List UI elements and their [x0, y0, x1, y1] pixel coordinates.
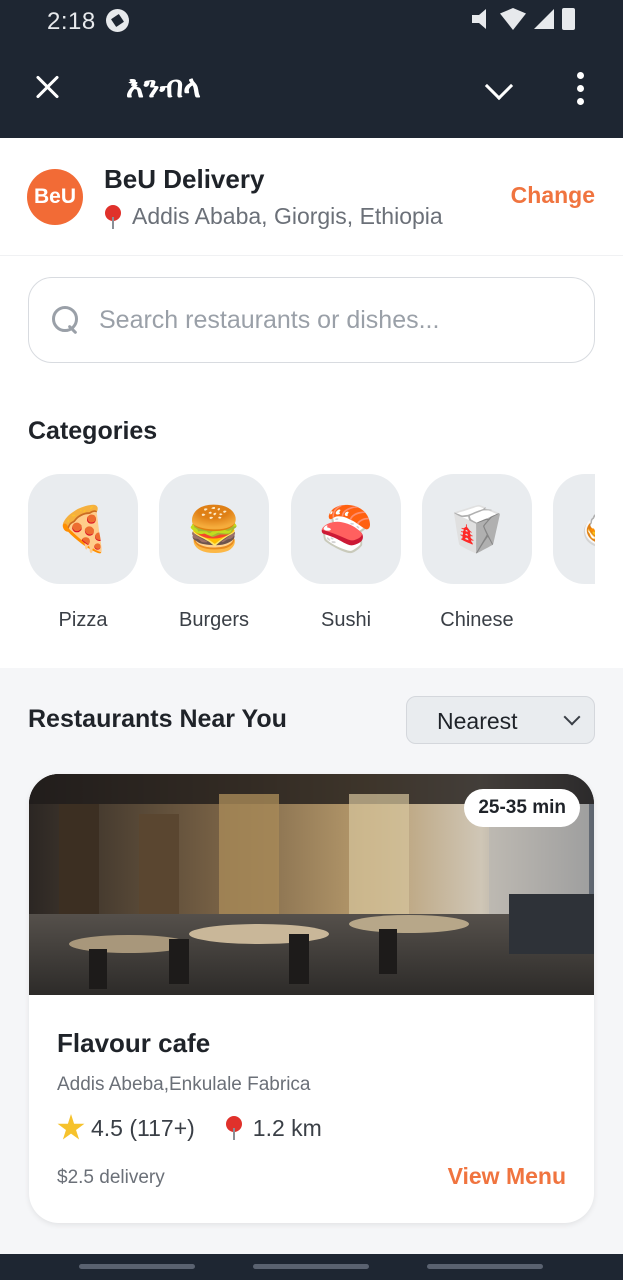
app-title: እንብላ — [126, 70, 201, 105]
curry-icon: 🍛 — [553, 474, 595, 584]
chevron-down-icon[interactable] — [482, 72, 516, 106]
restaurant-meta: 4.5 (117+) 1.2 km — [57, 1114, 322, 1142]
signal-icon — [534, 9, 554, 29]
pizza-icon: 🍕 — [28, 474, 138, 584]
delivery-header: BeU BeU Delivery Addis Ababa, Giorgis, E… — [0, 138, 623, 256]
nav-handle[interactable] — [253, 1264, 369, 1269]
category-burgers[interactable]: 🍔 Burgers — [159, 474, 269, 632]
status-time: 2:18 — [47, 8, 96, 35]
restaurant-address: Addis Abeba,Enkulale Fabrica — [57, 1074, 311, 1095]
search-input[interactable] — [99, 298, 569, 342]
status-bar: 2:18 — [0, 0, 623, 42]
globe-icon — [106, 9, 129, 32]
brand-name: BeU Delivery — [104, 164, 265, 194]
sushi-icon: 🍣 — [291, 474, 401, 584]
restaurant-rating: 4.5 (117+) — [91, 1114, 195, 1141]
restaurants-title: Restaurants Near You — [28, 705, 287, 733]
delivery-location: Addis Ababa, Giorgis, Ethiopia — [104, 203, 443, 230]
more-dot — [577, 85, 584, 92]
categories-title: Categories — [28, 417, 158, 445]
brand-logo: BeU — [27, 169, 83, 225]
wifi-icon — [500, 8, 526, 30]
view-menu-button[interactable]: View Menu — [448, 1163, 566, 1190]
sort-select[interactable]: Nearest — [406, 696, 595, 744]
system-nav-bar — [0, 1254, 623, 1280]
system-icons — [472, 8, 575, 30]
sort-value: Nearest — [437, 708, 518, 734]
nav-handle[interactable] — [79, 1264, 195, 1269]
burger-icon: 🍔 — [159, 474, 269, 584]
location-text: Addis Ababa, Giorgis, Ethiopia — [132, 203, 443, 229]
search-icon — [52, 306, 82, 336]
category-sushi[interactable]: 🍣 Sushi — [291, 474, 401, 632]
category-pizza[interactable]: 🍕 Pizza — [28, 474, 138, 632]
mute-icon — [472, 9, 486, 29]
category-label: In — [553, 609, 595, 632]
location-pin-icon — [104, 204, 122, 229]
close-icon[interactable] — [30, 70, 66, 106]
eta-badge: 25-35 min — [464, 789, 580, 827]
restaurant-card[interactable]: 25-35 min Flavour cafe Addis Abeba,Enkul… — [29, 774, 594, 1223]
restaurant-distance: 1.2 km — [252, 1114, 322, 1141]
takeout-box-icon: 🥡 — [422, 474, 532, 584]
category-label: Sushi — [320, 609, 372, 631]
category-label: Chinese — [440, 609, 514, 631]
more-dot — [577, 72, 584, 79]
restaurant-photo: 25-35 min — [29, 774, 594, 995]
search-box[interactable] — [28, 277, 595, 363]
chevron-down-icon — [563, 708, 581, 726]
category-indian[interactable]: 🍛 In — [553, 474, 595, 632]
more-vert-icon[interactable] — [570, 72, 592, 106]
restaurants-section: Restaurants Near You Nearest 25-35 min F… — [0, 668, 623, 1254]
app-bar: እንብላ — [0, 42, 623, 138]
more-dot — [577, 98, 584, 105]
restaurant-name: Flavour cafe — [57, 1028, 211, 1058]
star-icon — [57, 1114, 85, 1140]
categories-list[interactable]: 🍕 Pizza 🍔 Burgers 🍣 Sushi 🥡 Chinese 🍛 In — [28, 474, 595, 644]
location-pin-icon — [225, 1116, 243, 1140]
battery-icon — [562, 8, 575, 30]
category-chinese[interactable]: 🥡 Chinese — [422, 474, 532, 632]
delivery-fee: $2.5 delivery — [57, 1167, 165, 1188]
nav-handle[interactable] — [427, 1264, 543, 1269]
change-location-button[interactable]: Change — [511, 182, 595, 209]
category-label: Burgers — [178, 609, 250, 631]
category-label: Pizza — [58, 609, 108, 631]
